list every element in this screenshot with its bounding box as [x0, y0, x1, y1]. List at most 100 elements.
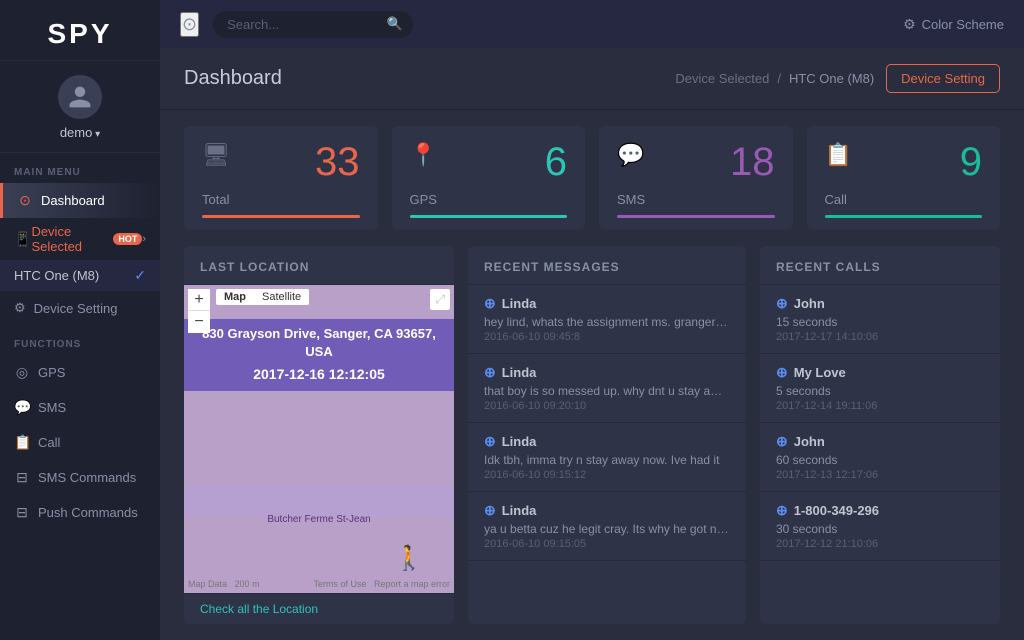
search-wrap: 🔍	[213, 11, 413, 38]
sidebar-item-sms-commands[interactable]: ⊟ SMS Commands	[0, 460, 160, 495]
username[interactable]: demo	[0, 125, 160, 140]
call-date-2: 2017-12-13 12:17:06	[776, 469, 984, 481]
avatar	[58, 75, 102, 119]
total-bar	[202, 215, 360, 218]
message-item-2[interactable]: ⊕Linda Idk tbh, imma try n stay away now…	[468, 423, 746, 492]
msg-sender-0: Linda	[502, 296, 537, 311]
address-line2: USA	[192, 343, 446, 361]
breadcrumb: Device Selected / HTC One (M8)	[675, 71, 874, 86]
sms-commands-icon: ⊟	[14, 469, 30, 486]
device-setting-button[interactable]: Device Setting	[886, 64, 1000, 93]
sidebar-item-sms[interactable]: 💬 SMS	[0, 390, 160, 425]
sidebar-item-gps[interactable]: ◎ GPS	[0, 355, 160, 390]
sidebar-item-dashboard[interactable]: ⊙ Dashboard	[0, 183, 160, 218]
color-scheme-btn[interactable]: ⚙ Color Scheme	[903, 16, 1004, 33]
breadcrumb-model: HTC One (M8)	[789, 71, 874, 86]
msg-icon-1: ⊕	[484, 364, 496, 381]
map-terms[interactable]: Terms of Use Report a map error	[313, 579, 450, 589]
message-item-1[interactable]: ⊕Linda that boy is so messed up. why dnt…	[468, 354, 746, 423]
sidebar-item-push-commands[interactable]: ⊟ Push Commands	[0, 495, 160, 530]
calls-list: ⊕John 15 seconds 2017-12-17 14:10:06 ⊕My…	[760, 285, 1000, 624]
call-icon-2: ⊕	[776, 433, 788, 450]
msg-icon-2: ⊕	[484, 433, 496, 450]
stat-call: 📋 9 Call	[807, 126, 1001, 230]
msg-date-2: 2016-06-10 09:15:12	[484, 469, 730, 481]
sidebar-device-setting[interactable]: ⚙ Device Setting	[0, 291, 160, 325]
map-zoom-controls: + −	[188, 289, 210, 333]
recent-calls-title: RECENT CALLS	[760, 246, 1000, 285]
msg-text-3: ya u betta cuz he legit cray. Its why he…	[484, 522, 730, 536]
search-button[interactable]: 🔍	[387, 16, 403, 32]
location-date: 2017-12-16 12:12:05	[192, 365, 446, 385]
map-btn[interactable]: Map	[216, 289, 254, 305]
color-scheme-icon: ⚙	[903, 16, 916, 33]
total-icon: 🖥	[202, 142, 230, 168]
call-stat-icon: 📋	[825, 142, 852, 168]
call-date-3: 2017-12-12 21:10:06	[776, 538, 984, 550]
sidebar-dashboard-label: Dashboard	[41, 193, 105, 208]
push-commands-label: Push Commands	[38, 505, 138, 520]
map-container[interactable]: + − Map Satellite ⤢ 830 Grayson Drive, S…	[184, 285, 454, 593]
msg-sender-3: Linda	[502, 503, 537, 518]
messages-list: ⊕ Linda hey lind, whats the assignment ms…	[468, 285, 746, 624]
message-item-0[interactable]: ⊕Linda hey lind, whats the assignment ms…	[468, 285, 746, 354]
user-profile[interactable]: demo	[0, 61, 160, 153]
gps-number: 6	[545, 142, 567, 182]
msg-sender-1: Linda	[502, 365, 537, 380]
call-label: Call	[38, 435, 60, 450]
device-selected-label: Device Selected	[31, 224, 108, 254]
breadcrumb-device: Device Selected	[675, 71, 769, 86]
call-duration-0: 15 seconds	[776, 315, 984, 329]
stat-total: 🖥 33 Total	[184, 126, 378, 230]
zoom-in-button[interactable]: +	[188, 289, 210, 311]
message-item-3[interactable]: ⊕Linda ya u betta cuz he legit cray. Its…	[468, 492, 746, 561]
page-header: Dashboard Device Selected / HTC One (M8)…	[160, 48, 1024, 110]
main-content: ⊙ 🔍 ⚙ Color Scheme Dashboard Device Sele…	[160, 0, 1024, 640]
device-name-row[interactable]: HTC One (M8) ✓	[0, 260, 160, 291]
call-icon: 📋	[14, 434, 30, 451]
back-button[interactable]: ⊙	[180, 12, 199, 37]
call-name-3: 1-800-349-296	[794, 503, 879, 518]
sms-bar	[617, 215, 775, 218]
map-panel: LAST LOCATION + − Map Satellite ⤢ 830	[184, 246, 454, 624]
sidebar-item-device-selected[interactable]: 📱 Device Selected HOT ›	[0, 218, 160, 260]
device-name-label: HTC One (M8)	[14, 268, 99, 283]
zoom-out-button[interactable]: −	[188, 311, 210, 333]
push-commands-icon: ⊟	[14, 504, 30, 521]
call-icon-0: ⊕	[776, 295, 788, 312]
map-background: + − Map Satellite ⤢ 830 Grayson Drive, S…	[184, 285, 454, 593]
map-expand-button[interactable]: ⤢	[430, 289, 450, 310]
call-duration-3: 30 seconds	[776, 522, 984, 536]
msg-sender-2: Linda	[502, 434, 537, 449]
satellite-btn[interactable]: Satellite	[254, 289, 309, 305]
check-location-link[interactable]: Check all the Location	[184, 593, 454, 624]
sidebar-item-call[interactable]: 📋 Call	[0, 425, 160, 460]
call-item-2[interactable]: ⊕John 60 seconds 2017-12-13 12:17:06	[760, 423, 1000, 492]
call-name-2: John	[794, 434, 825, 449]
gps-icon: ◎	[14, 364, 30, 381]
call-number: 9	[960, 142, 982, 182]
call-item-3[interactable]: ⊕1-800-349-296 30 seconds 2017-12-12 21:…	[760, 492, 1000, 561]
call-stat-label: Call	[825, 192, 983, 207]
call-item-1[interactable]: ⊕My Love 5 seconds 2017-12-14 19:11:06	[760, 354, 1000, 423]
map-type-bar: Map Satellite	[216, 289, 309, 305]
call-date-0: 2017-12-17 14:10:06	[776, 331, 984, 343]
map-pin-icon: 🚶	[394, 544, 424, 573]
call-item-0[interactable]: ⊕John 15 seconds 2017-12-17 14:10:06	[760, 285, 1000, 354]
call-icon-1: ⊕	[776, 364, 788, 381]
search-input[interactable]	[213, 11, 413, 38]
gps-bar	[410, 215, 568, 218]
main-menu-label: MAIN MENU	[0, 153, 160, 183]
device-setting-label: Device Setting	[34, 301, 118, 316]
hot-badge: HOT	[113, 233, 142, 245]
map-road-area	[184, 485, 454, 516]
topbar: ⊙ 🔍 ⚙ Color Scheme	[160, 0, 1024, 48]
breadcrumb-separator: /	[777, 71, 781, 86]
stat-gps: 📍 6 GPS	[392, 126, 586, 230]
map-data-label: Map Data 200 m	[188, 579, 260, 589]
sms-commands-label: SMS Commands	[38, 470, 136, 485]
msg-text-0: hey lind, whats the assignment ms. grang…	[484, 315, 730, 329]
msg-date-0: 2016-06-10 09:45:8	[484, 331, 730, 343]
calls-panel: RECENT CALLS ⊕John 15 seconds 2017-12-17…	[760, 246, 1000, 624]
sms-stat-icon: 💬	[617, 142, 644, 168]
